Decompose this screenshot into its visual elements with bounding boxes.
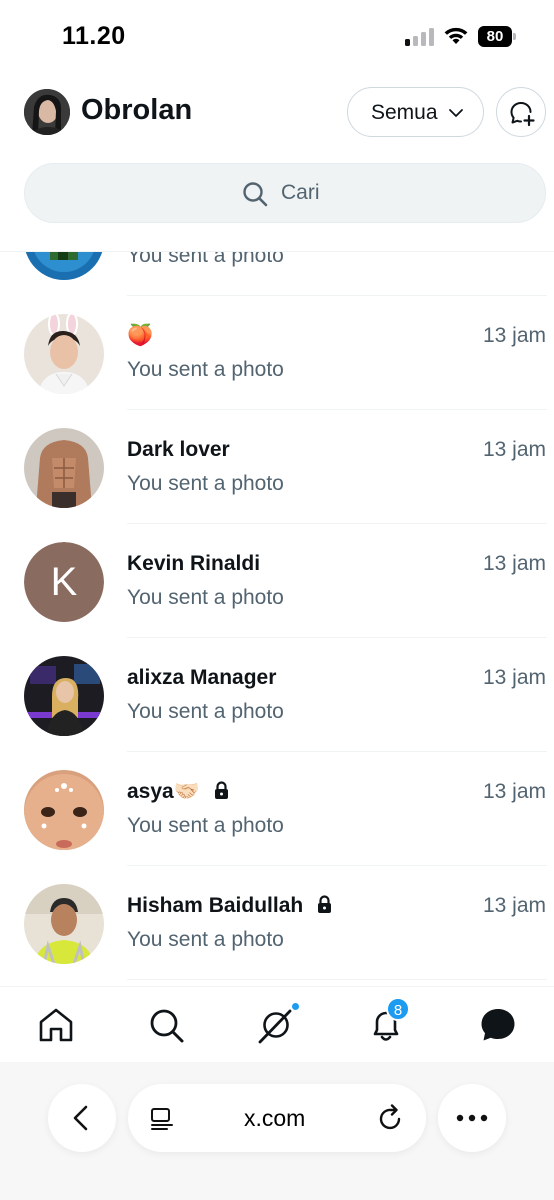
- browser-back-button[interactable]: [48, 1084, 116, 1152]
- conversation-preview: You sent a photo: [127, 928, 284, 951]
- reader-icon[interactable]: [150, 1107, 174, 1131]
- conversation-preview: You sent a photo: [127, 586, 284, 609]
- conversation-preview: You sent a photo: [127, 252, 284, 267]
- conversation-preview: You sent a photo: [127, 358, 284, 381]
- conversation-row[interactable]: K Kevin Rinaldi 13 jam You sent a photo: [0, 524, 554, 638]
- status-bar: 11.20 80: [0, 0, 554, 72]
- nav-messages[interactable]: [478, 1005, 518, 1045]
- conversation-name-text: asya🤝🏻: [127, 780, 200, 803]
- letter-avatar: K: [24, 542, 104, 622]
- new-message-button[interactable]: [496, 87, 546, 137]
- conversation-time: 13 jam: [482, 894, 546, 917]
- conversation-name: Dark lover: [127, 438, 230, 461]
- filter-dropdown-button[interactable]: Semua: [347, 87, 484, 137]
- search-input[interactable]: Cari: [24, 163, 546, 223]
- conversation-time: 13 jam: [482, 780, 546, 803]
- conversation-time: 13 jam: [482, 438, 546, 461]
- back-icon: [73, 1105, 88, 1131]
- conversation-row[interactable]: You sent a photo: [0, 252, 554, 296]
- grok-icon: [258, 1009, 292, 1044]
- conversation-row[interactable]: 🍑 13 jam You sent a photo: [0, 296, 554, 410]
- avatar: [24, 656, 104, 736]
- page-title: Obrolan: [81, 94, 193, 126]
- notification-badge: 8: [386, 997, 410, 1021]
- address-bar[interactable]: x.com: [128, 1084, 426, 1152]
- battery-icon: 80: [478, 26, 516, 47]
- conversation-name: Hisham Baidullah: [127, 894, 332, 918]
- conversation-time: 13 jam: [482, 324, 546, 347]
- conversation-name: 🍑: [127, 324, 154, 347]
- grok-indicator-dot: [290, 1001, 301, 1012]
- avatar: [24, 252, 104, 280]
- conversation-name: Kevin Rinaldi: [127, 552, 261, 575]
- reload-icon[interactable]: [378, 1104, 404, 1132]
- conversation-name: asya🤝🏻: [127, 780, 229, 804]
- conversation-preview: You sent a photo: [127, 700, 284, 723]
- row-divider: [127, 979, 547, 980]
- conversation-preview: You sent a photo: [127, 814, 284, 837]
- top-header: Obrolan Semua: [0, 76, 554, 148]
- conversation-row[interactable]: Hisham Baidullah 13 jam You sent a photo: [0, 866, 554, 980]
- conversation-preview: You sent a photo: [127, 472, 284, 495]
- nav-explore[interactable]: [146, 1005, 186, 1045]
- cellular-signal-icon: [405, 26, 435, 46]
- avatar: K: [24, 542, 104, 622]
- avatar: [24, 428, 104, 508]
- conversation-row[interactable]: asya🤝🏻 13 jam You sent a photo: [0, 752, 554, 866]
- browser-more-button[interactable]: [438, 1084, 506, 1152]
- nav-home[interactable]: [36, 1005, 76, 1045]
- conversation-time: 13 jam: [482, 552, 546, 575]
- browser-toolbar: x.com: [0, 1062, 554, 1200]
- more-icon: [456, 1114, 488, 1122]
- messages-icon: [481, 1009, 515, 1041]
- search-placeholder: Cari: [281, 181, 320, 204]
- search-icon: [243, 182, 268, 207]
- conversation-name-text: Hisham Baidullah: [127, 894, 304, 917]
- lock-icon: [318, 895, 332, 913]
- avatar: [24, 314, 104, 394]
- status-time: 11.20: [62, 22, 126, 50]
- battery-level: 80: [478, 26, 512, 47]
- url-text: x.com: [244, 1105, 306, 1131]
- wifi-icon: [444, 27, 468, 44]
- search-icon: [150, 1009, 184, 1043]
- conversation-row[interactable]: alixza Manager 13 jam You sent a photo: [0, 638, 554, 752]
- lock-icon: [214, 781, 228, 799]
- filter-label: Semua: [371, 101, 438, 124]
- profile-avatar[interactable]: [24, 89, 70, 135]
- conversation-time: 13 jam: [482, 666, 546, 689]
- home-icon: [39, 1008, 73, 1042]
- avatar: [24, 770, 104, 850]
- avatar: [24, 884, 104, 964]
- conversation-row[interactable]: Dark lover 13 jam You sent a photo: [0, 410, 554, 524]
- conversation-list: You sent a photo 🍑 13 jam You sent a pho…: [0, 252, 554, 985]
- nav-grok[interactable]: [256, 1005, 296, 1045]
- new-message-icon: [510, 102, 535, 127]
- chevron-down-icon: [449, 109, 463, 117]
- conversation-name: alixza Manager: [127, 666, 277, 689]
- bottom-navigation: 8: [0, 986, 554, 1062]
